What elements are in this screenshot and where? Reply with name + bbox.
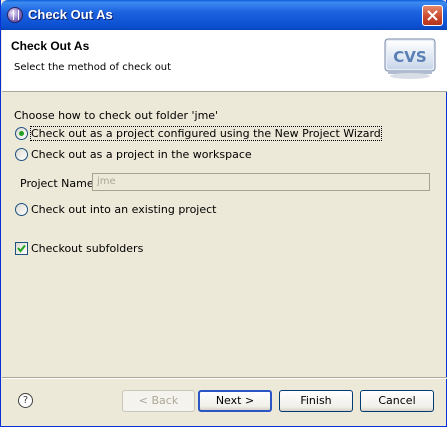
- radio-project-in-workspace[interactable]: [15, 148, 28, 161]
- option-existing-project-label[interactable]: Check out into an existing project: [31, 203, 217, 216]
- checkmark-icon: [17, 244, 26, 253]
- option-new-project-wizard-label[interactable]: Check out as a project configured using …: [30, 126, 382, 141]
- page-description: Select the method of check out: [14, 62, 172, 73]
- checkout-prompt: Choose how to check out folder 'jme': [14, 109, 219, 122]
- wizard-header: Check Out As Select the method of check …: [2, 30, 447, 92]
- checkout-subfolders-checkbox[interactable]: [15, 242, 28, 255]
- wizard-body: Choose how to check out folder 'jme' Che…: [2, 92, 447, 375]
- page-title: Check Out As: [11, 39, 90, 53]
- project-name-field[interactable]: jme: [92, 173, 430, 191]
- close-icon: [427, 10, 438, 21]
- option-project-in-workspace-label[interactable]: Check out as a project in the workspace: [31, 148, 252, 161]
- dialog-window: Check Out As Check Out As Select the met…: [0, 0, 447, 427]
- next-button[interactable]: Next >: [198, 390, 272, 412]
- window-title: Check Out As: [28, 7, 113, 22]
- radio-existing-project[interactable]: [15, 203, 28, 216]
- back-button[interactable]: < Back: [122, 390, 195, 412]
- finish-button[interactable]: Finish: [279, 390, 353, 412]
- close-button[interactable]: [422, 5, 443, 26]
- project-name-label: Project Name:: [20, 177, 98, 190]
- cvs-logo-text: CVS: [393, 48, 426, 66]
- radio-new-project-wizard[interactable]: [15, 127, 28, 140]
- footer-separator: [2, 377, 447, 379]
- cancel-button[interactable]: Cancel: [360, 390, 434, 412]
- eclipse-icon: [7, 7, 23, 23]
- cvs-logo-icon: CVS: [384, 38, 436, 79]
- checkout-subfolders-label[interactable]: Checkout subfolders: [31, 242, 143, 255]
- title-bar[interactable]: Check Out As: [1, 0, 447, 30]
- help-icon[interactable]: ?: [18, 393, 33, 408]
